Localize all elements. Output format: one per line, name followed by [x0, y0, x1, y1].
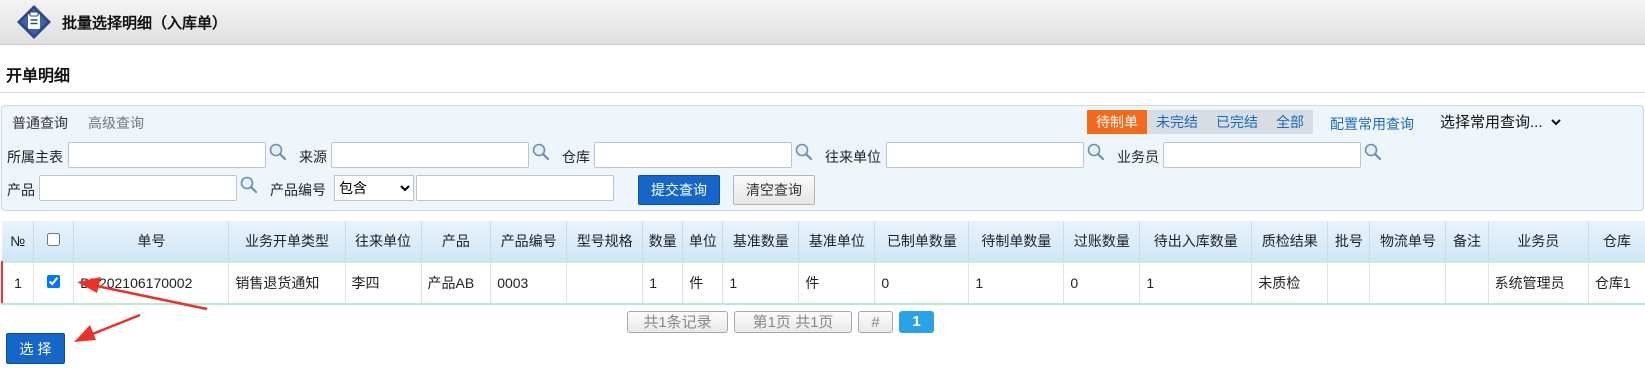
cell-remark	[1445, 261, 1489, 305]
warehouse-label: 仓库	[562, 149, 590, 165]
column-header-warehouse[interactable]: 仓库	[1588, 221, 1645, 263]
column-header-spec[interactable]: 型号规格	[566, 221, 644, 263]
column-header-unit[interactable]: 单位	[682, 221, 724, 263]
status-filter-unfinished[interactable]: 未完结	[1147, 110, 1207, 134]
column-header-pending-io-quantity[interactable]: 待出入库数量	[1139, 221, 1253, 263]
salesperson-label: 业务员	[1117, 149, 1159, 165]
cell-qc-result: 未质检	[1251, 261, 1329, 305]
column-header-posted-quantity[interactable]: 过账数量	[1063, 221, 1141, 263]
pager-page-info: 第1页 共1页	[734, 311, 852, 333]
pager-total: 共1条记录	[627, 311, 728, 333]
pager-jump-button[interactable]: #	[858, 311, 893, 333]
column-header-salesperson[interactable]: 业务员	[1488, 221, 1589, 263]
cell-logistics-no	[1369, 261, 1447, 305]
search-icon[interactable]	[531, 142, 551, 162]
window-title: 批量选择明细（入库单）	[62, 15, 228, 32]
cell-made-quantity: 0	[874, 261, 970, 305]
source-input[interactable]	[331, 142, 529, 168]
pager-current-page[interactable]: 1	[899, 311, 934, 333]
cell-product: 产品AB	[421, 261, 492, 305]
cell-posted-quantity: 0	[1063, 261, 1141, 305]
tab-advanced-query[interactable]: 高级查询	[88, 113, 144, 133]
salesperson-input[interactable]	[1163, 142, 1361, 168]
main-table-label: 所属主表	[7, 149, 63, 165]
cell-business-type: 销售退货通知	[228, 261, 346, 305]
column-header-pending-quantity[interactable]: 待制单数量	[968, 221, 1065, 263]
column-header-logistics-no[interactable]: 物流单号	[1369, 221, 1447, 263]
status-filter-all[interactable]: 全部	[1267, 110, 1313, 134]
cell-partner: 李四	[345, 261, 422, 305]
select-all-checkbox[interactable]	[47, 233, 61, 246]
column-header-select-all	[33, 221, 75, 263]
cell-pending-quantity: 1	[968, 261, 1065, 305]
tab-basic-query[interactable]: 普通查询	[12, 113, 68, 133]
row-checkbox[interactable]	[47, 275, 61, 288]
column-header-qc-result[interactable]: 质检结果	[1251, 221, 1329, 263]
search-icon[interactable]	[268, 142, 288, 162]
column-header-base-quantity[interactable]: 基准数量	[722, 221, 800, 263]
partner-input[interactable]	[886, 142, 1084, 168]
search-icon[interactable]	[239, 175, 259, 195]
status-filter-group: 待制单 未完结 已完结 全部	[1087, 110, 1313, 134]
product-label: 产品	[7, 182, 35, 198]
cell-warehouse: 仓库1	[1588, 261, 1645, 305]
column-header-partner[interactable]: 往来单位	[345, 221, 422, 263]
cell-base-unit: 件	[798, 261, 876, 305]
cell-product-code: 0003	[490, 261, 568, 305]
warehouse-input[interactable]	[594, 142, 792, 168]
clear-query-button[interactable]: 清空查询	[733, 175, 815, 205]
common-query-select[interactable]: 选择常用查询...	[1436, 110, 1564, 135]
product-code-label: 产品编号	[270, 182, 326, 198]
column-header-order-no[interactable]: 单号	[73, 221, 230, 263]
cell-select	[33, 261, 75, 305]
search-icon[interactable]	[1086, 142, 1106, 162]
column-header-remark[interactable]: 备注	[1445, 221, 1489, 263]
product-input[interactable]	[39, 175, 237, 201]
cell-spec	[566, 261, 644, 305]
match-mode-select[interactable]: 包含	[334, 175, 414, 201]
column-header-batch-no[interactable]: 批号	[1327, 221, 1371, 263]
config-common-query-link[interactable]: 配置常用查询	[1330, 114, 1414, 134]
title-bar: 批量选择明细（入库单）	[0, 0, 1645, 45]
cell-quantity: 1	[642, 261, 684, 305]
select-button[interactable]: 选 择	[6, 333, 65, 364]
status-filter-finished[interactable]: 已完结	[1207, 110, 1267, 134]
table-header-row: № 单号 业务开单类型 往来单位 产品 产品编号 型号规格 数量 单位 基准数量…	[2, 221, 1645, 263]
cell-base-quantity: 1	[722, 261, 800, 305]
cell-pending-io-quantity: 1	[1139, 261, 1253, 305]
column-header-product-code[interactable]: 产品编号	[490, 221, 568, 263]
column-header-business-type[interactable]: 业务开单类型	[228, 221, 346, 263]
partner-label: 往来单位	[825, 149, 881, 165]
submit-query-button[interactable]: 提交查询	[638, 175, 720, 205]
source-label: 来源	[299, 149, 327, 165]
cell-order-no: BB202106170002	[73, 261, 230, 305]
product-code-input[interactable]	[416, 175, 614, 201]
table-row[interactable]: 1 BB202106170002 销售退货通知 李四 产品AB 0003 1 件…	[1, 261, 1645, 305]
search-icon[interactable]	[794, 142, 814, 162]
status-filter-pending[interactable]: 待制单	[1087, 110, 1147, 134]
column-header-base-unit[interactable]: 基准单位	[798, 221, 876, 263]
document-logo-icon	[17, 5, 51, 39]
search-icon[interactable]	[1363, 142, 1383, 162]
cell-salesperson: 系统管理员	[1488, 261, 1589, 305]
cell-no: 1	[1, 261, 35, 305]
section-divider	[0, 92, 1645, 93]
main-table-input[interactable]	[68, 142, 266, 168]
column-header-made-quantity[interactable]: 已制单数量	[874, 221, 970, 263]
section-title: 开单明细	[6, 68, 71, 85]
column-header-quantity[interactable]: 数量	[642, 221, 684, 263]
annotation-arrow-to-select-button	[74, 313, 141, 342]
column-header-product[interactable]: 产品	[421, 221, 492, 263]
detail-table: № 单号 业务开单类型 往来单位 产品 产品编号 型号规格 数量 单位 基准数量…	[1, 221, 1645, 305]
cell-batch-no	[1327, 261, 1371, 305]
column-header-no: №	[2, 221, 35, 263]
cell-unit: 件	[682, 261, 724, 305]
